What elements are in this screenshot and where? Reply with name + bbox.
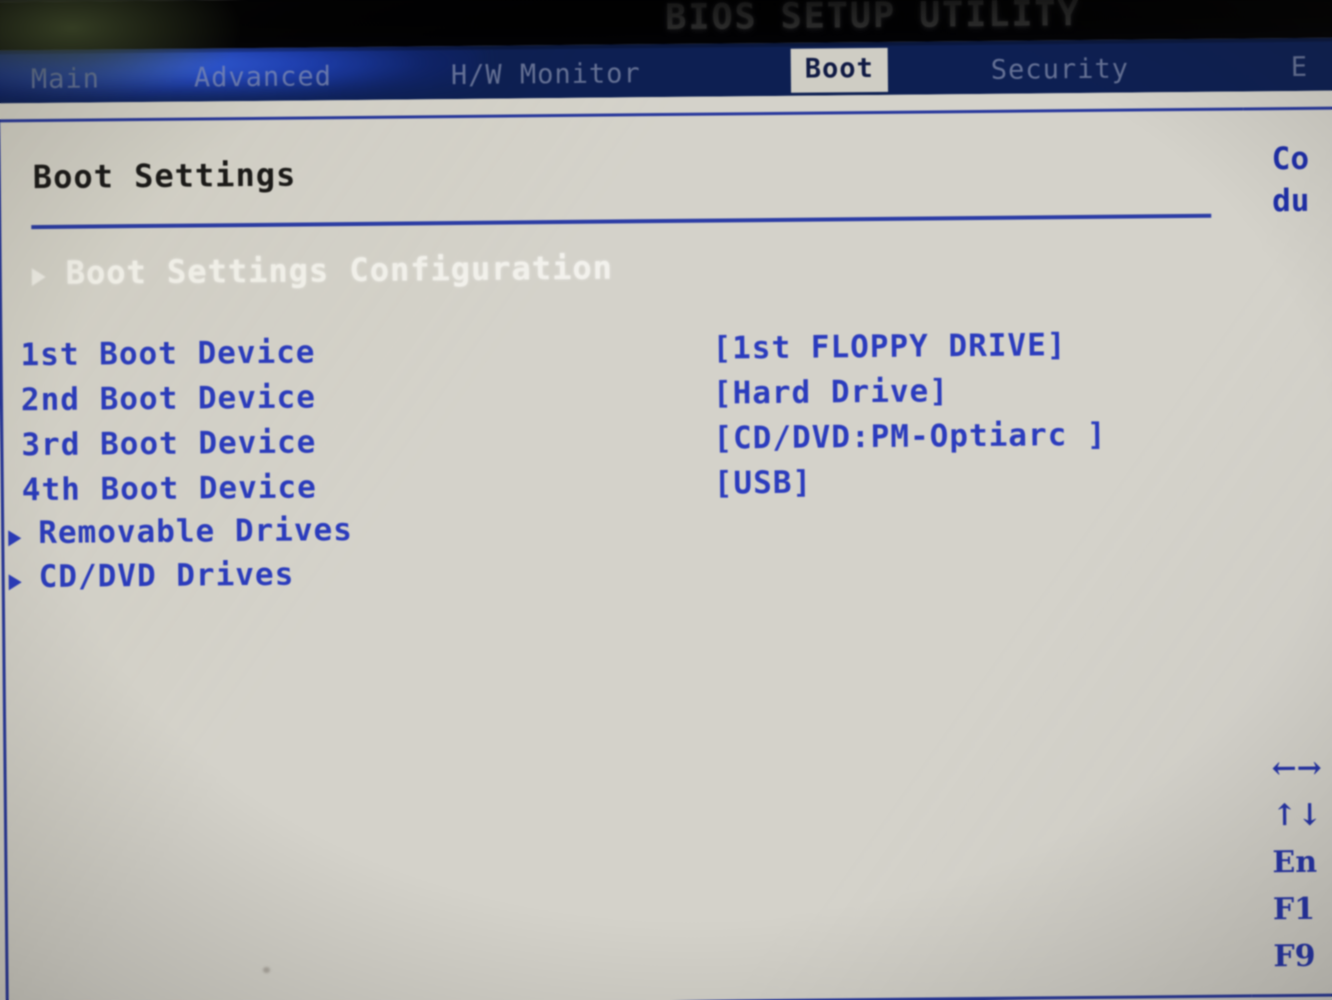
- triangle-right-icon: [8, 574, 22, 591]
- help-text-line-1: Co: [1271, 140, 1310, 178]
- legend-key-f1: F1: [1272, 891, 1316, 928]
- tab-main[interactable]: Main: [31, 63, 100, 95]
- legend-key-enter: En: [1272, 844, 1318, 881]
- tab-exit[interactable]: E: [1291, 52, 1309, 83]
- menu-item-cd-dvd-drives[interactable]: CD/DVD Drives: [5, 549, 1245, 605]
- title-divider: [31, 213, 1212, 230]
- tab-security[interactable]: Security: [991, 54, 1129, 86]
- help-panel: Co du ←→ ↑↓ En F1 F9: [1243, 106, 1332, 998]
- boot-device-label: 4th Boot Device: [21, 469, 317, 509]
- menu-item-label: Removable Drives: [38, 512, 354, 552]
- body-area: Boot Settings Boot Settings Configuratio…: [0, 90, 1332, 1000]
- boot-settings-panel: Boot Settings Boot Settings Configuratio…: [0, 107, 1252, 1000]
- legend-key-select-screen: ←→: [1271, 750, 1323, 787]
- boot-device-value[interactable]: [USB]: [714, 465, 813, 502]
- key-legend: ←→ ↑↓ En F1 F9: [1271, 743, 1332, 980]
- menu-item-boot-settings-configuration[interactable]: Boot Settings Configuration: [24, 247, 724, 300]
- menu-item-label: Boot Settings Configuration: [65, 248, 614, 292]
- boot-device-value[interactable]: [1st FLOPPY DRIVE]: [712, 327, 1066, 366]
- tab-advanced[interactable]: Advanced: [194, 61, 332, 93]
- bios-setup-screen: BIOS SETUP UTILITY Main Advanced H/W Mon…: [0, 0, 1332, 1000]
- boot-device-label: 3rd Boot Device: [21, 424, 317, 464]
- page-title: Boot Settings: [32, 155, 297, 197]
- help-text-line-2: du: [1271, 182, 1310, 220]
- tab-boot[interactable]: Boot: [790, 47, 889, 93]
- triangle-right-icon: [31, 267, 46, 287]
- boot-device-list: 1st Boot Device [1st FLOPPY DRIVE] 2nd B…: [2, 325, 1245, 605]
- triangle-right-icon: [8, 530, 22, 547]
- bios-screen-photo: BIOS SETUP UTILITY Main Advanced H/W Mon…: [0, 0, 1332, 1000]
- boot-device-value[interactable]: [CD/DVD:PM-Optiarc ]: [713, 417, 1107, 457]
- legend-key-select-item: ↑↓: [1271, 797, 1323, 834]
- tab-hw-monitor[interactable]: H/W Monitor: [451, 58, 641, 91]
- menu-item-label: CD/DVD Drives: [38, 556, 295, 596]
- app-title: BIOS SETUP UTILITY: [665, 0, 1081, 39]
- legend-key-f9: F9: [1273, 938, 1316, 975]
- boot-device-label: 2nd Boot Device: [20, 379, 317, 419]
- boot-device-label: 1st Boot Device: [20, 334, 316, 374]
- boot-device-value[interactable]: [Hard Drive]: [713, 373, 949, 411]
